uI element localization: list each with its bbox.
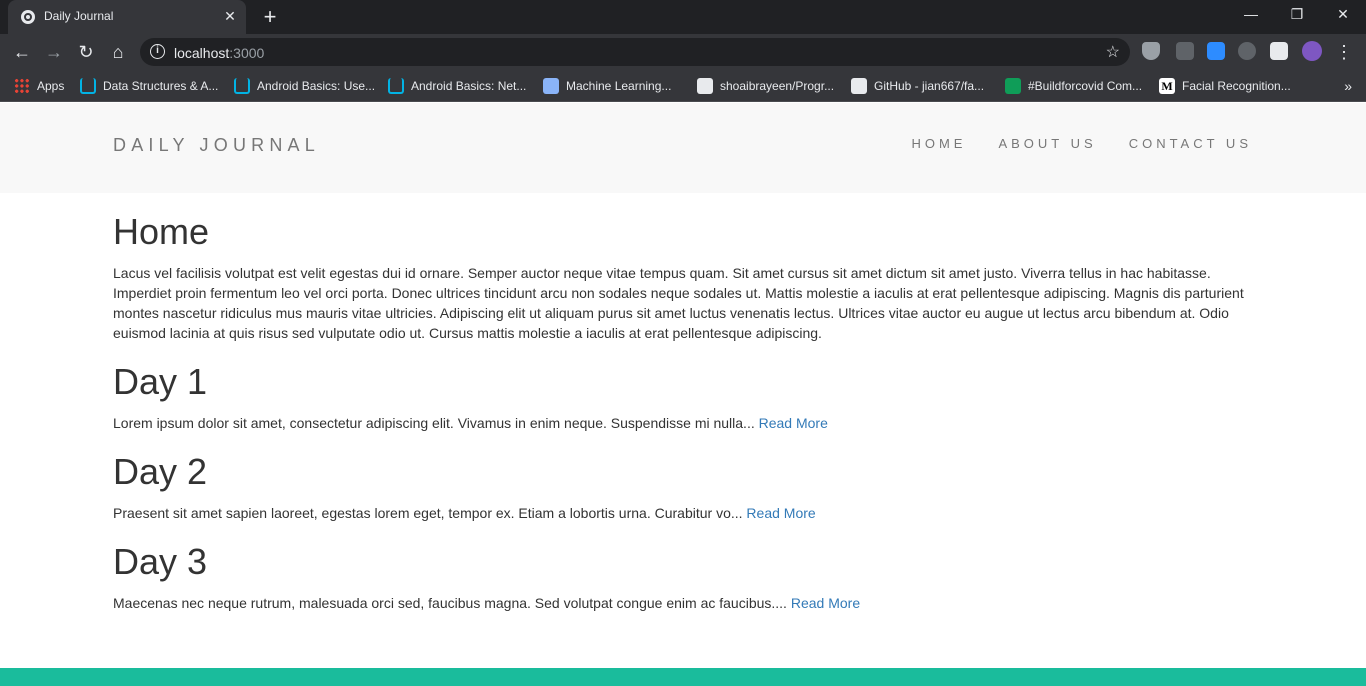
tab-strip: Daily Journal ✕ + — ❐ ✕ <box>0 0 1366 34</box>
browser-tab[interactable]: Daily Journal ✕ <box>8 0 246 34</box>
acorn-extension-icon[interactable] <box>1238 42 1256 60</box>
globe-icon <box>21 10 35 24</box>
site-navbar: DAILY JOURNAL HOME ABOUT US CONTACT US <box>0 103 1366 193</box>
read-more-link[interactable]: Read More <box>746 505 815 521</box>
back-arrow-icon[interactable]: ← <box>10 40 34 64</box>
post-excerpt-text: Praesent sit amet sapien laoreet, egesta… <box>113 505 743 521</box>
tab-title: Daily Journal <box>44 9 114 23</box>
bookmark-item[interactable]: Data Structures & A... <box>80 76 218 96</box>
puzzle-extensions-icon[interactable] <box>1270 42 1288 60</box>
bookmark-item[interactable]: #Buildforcovid Com... <box>1005 76 1142 96</box>
post-title: Day 1 <box>113 361 208 402</box>
bookmark-item[interactable]: GitHub - jian667/fa... <box>851 76 984 96</box>
minimize-button[interactable]: — <box>1228 4 1274 24</box>
github-icon <box>697 78 713 94</box>
bookmark-item[interactable]: M Facial Recognition... <box>1159 76 1291 96</box>
bookmark-item[interactable]: Android Basics: Use... <box>234 76 375 96</box>
read-more-link[interactable]: Read More <box>759 415 828 431</box>
udacity-icon <box>80 78 96 94</box>
ml-icon <box>543 78 559 94</box>
bookmark-item[interactable]: shoaibrayeen/Progr... <box>697 76 834 96</box>
apps-icon <box>14 78 30 94</box>
url-host: localhost <box>174 45 230 61</box>
main-content: Home Lacus vel facilisis volutpat est ve… <box>113 210 1253 630</box>
nav-contact-link[interactable]: CONTACT US <box>1129 136 1252 151</box>
url-text[interactable]: localhost:3000 <box>174 45 264 61</box>
github-icon <box>851 78 867 94</box>
bookmark-label: shoaibrayeen/Progr... <box>720 79 835 93</box>
bookmarks-bar: Apps Data Structures & A... Android Basi… <box>0 70 1366 102</box>
site-nav: HOME ABOUT US CONTACT US <box>911 136 1252 151</box>
browser-toolbar: ← → ↻ ⌂ i localhost:3000 ☆ ⋮ <box>0 34 1366 70</box>
bookmark-label: Android Basics: Net... <box>411 79 527 93</box>
window-close-button[interactable]: ✕ <box>1320 4 1366 24</box>
bookmark-label: Apps <box>37 79 65 93</box>
forward-arrow-icon[interactable]: → <box>42 40 66 64</box>
menu-dots-icon[interactable]: ⋮ <box>1332 40 1356 64</box>
post-title: Day 3 <box>113 541 208 582</box>
shield-extension-icon[interactable] <box>1142 42 1160 60</box>
zoom-extension-icon[interactable] <box>1207 42 1225 60</box>
bookmark-label: Facial Recognition... <box>1182 79 1291 93</box>
restore-button[interactable]: ❐ <box>1274 4 1320 24</box>
bookmark-label: Android Basics: Use... <box>257 79 376 93</box>
url-port: :3000 <box>229 45 265 61</box>
site-footer <box>0 668 1366 686</box>
site-info-icon[interactable]: i <box>150 44 165 59</box>
site-brand[interactable]: DAILY JOURNAL <box>113 135 320 156</box>
home-icon[interactable]: ⌂ <box>106 40 130 64</box>
bookmark-label: Machine Learning... <box>566 79 672 93</box>
udacity-icon <box>388 78 404 94</box>
post-excerpt-text: Lorem ipsum dolor sit amet, consectetur … <box>113 415 755 431</box>
bookmark-item[interactable]: Android Basics: Net... <box>388 76 526 96</box>
bookmark-apps[interactable]: Apps <box>14 76 64 96</box>
home-intro: Lacus vel facilisis volutpat est velit e… <box>113 265 1244 341</box>
bookmark-item[interactable]: Machine Learning... <box>543 76 671 96</box>
new-tab-button[interactable]: + <box>258 5 282 29</box>
bookmark-label: #Buildforcovid Com... <box>1028 79 1143 93</box>
reload-icon[interactable]: ↻ <box>74 40 98 64</box>
more-bookmarks-icon[interactable]: » <box>1344 78 1352 94</box>
bookmark-star-icon[interactable]: ☆ <box>1106 42 1120 62</box>
post-title: Day 2 <box>113 451 208 492</box>
close-tab-icon[interactable]: ✕ <box>222 8 238 24</box>
bookmark-label: Data Structures & A... <box>103 79 219 93</box>
nav-about-link[interactable]: ABOUT US <box>998 136 1096 151</box>
read-more-link[interactable]: Read More <box>791 595 860 611</box>
nav-home-link[interactable]: HOME <box>911 136 966 151</box>
buildforcovid-icon <box>1005 78 1021 94</box>
address-bar[interactable]: i localhost:3000 ☆ <box>140 38 1130 66</box>
pen-extension-icon[interactable] <box>1176 42 1194 60</box>
profile-avatar[interactable] <box>1302 41 1322 61</box>
page-title: Home <box>113 211 210 252</box>
medium-icon: M <box>1159 78 1175 94</box>
post-excerpt: Praesent sit amet sapien laoreet, egesta… <box>113 503 1253 523</box>
post-excerpt: Maecenas nec neque rutrum, malesuada orc… <box>113 593 1253 613</box>
bookmark-label: GitHub - jian667/fa... <box>874 79 985 93</box>
post-excerpt-text: Maecenas nec neque rutrum, malesuada orc… <box>113 595 787 611</box>
udacity-icon <box>234 78 250 94</box>
post-excerpt: Lorem ipsum dolor sit amet, consectetur … <box>113 413 1253 433</box>
